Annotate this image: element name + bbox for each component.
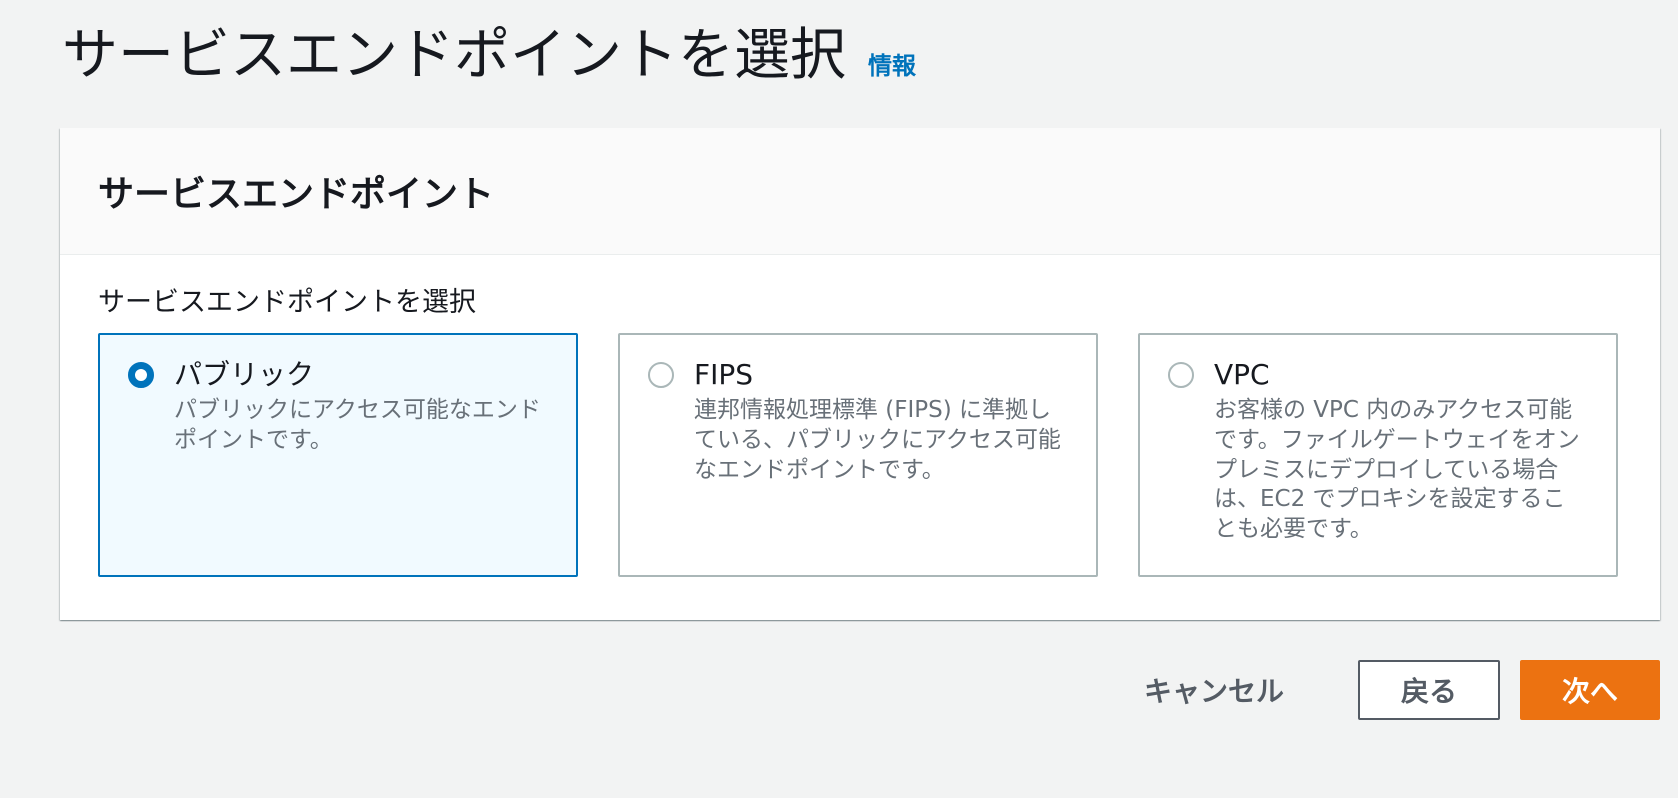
service-endpoint-panel: サービスエンドポイント サービスエンドポイントを選択 パブリック パブリックにア… bbox=[60, 128, 1660, 620]
info-link[interactable]: 情報 bbox=[868, 46, 916, 81]
tile-description: 連邦情報処理標準 (FIPS) に準拠している、パブリックにアクセス可能なエンド… bbox=[694, 396, 1061, 483]
tile-label: FIPS bbox=[694, 358, 754, 392]
tile-vpc[interactable]: VPC お客様の VPC 内のみアクセス可能です。ファイルゲートウェイをオンプレ… bbox=[1138, 333, 1618, 578]
tile-fips[interactable]: FIPS 連邦情報処理標準 (FIPS) に準拠している、パブリックにアクセス可… bbox=[618, 333, 1098, 578]
endpoint-tiles: パブリック パブリックにアクセス可能なエンドポイントです。 FIPS 連邦情報処… bbox=[98, 333, 1622, 578]
panel-body: サービスエンドポイントを選択 パブリック パブリックにアクセス可能なエンドポイン… bbox=[60, 255, 1660, 578]
radio-fips[interactable] bbox=[648, 362, 674, 389]
tile-description: パブリックにアクセス可能なエンドポイントです。 bbox=[174, 396, 541, 453]
back-button[interactable]: 戻る bbox=[1358, 660, 1500, 720]
field-label: サービスエンドポイントを選択 bbox=[98, 287, 476, 318]
tile-label: パブリック bbox=[174, 358, 315, 392]
tile-text: FIPS 連邦情報処理標準 (FIPS) に準拠している、パブリックにアクセス可… bbox=[694, 357, 1068, 485]
form-actions: キャンセル 戻る 次へ bbox=[1108, 660, 1660, 720]
tile-description: お客様の VPC 内のみアクセス可能です。ファイルゲートウェイをオンプレミスにデ… bbox=[1214, 396, 1580, 543]
panel-header: サービスエンドポイント bbox=[60, 128, 1660, 255]
tile-public[interactable]: パブリック パブリックにアクセス可能なエンドポイントです。 bbox=[98, 333, 578, 578]
tile-text: パブリック パブリックにアクセス可能なエンドポイントです。 bbox=[174, 357, 548, 455]
tile-label: VPC bbox=[1214, 358, 1270, 392]
cancel-button[interactable]: キャンセル bbox=[1108, 660, 1320, 720]
page-title: サービスエンドポイントを選択 bbox=[62, 23, 846, 88]
tile-text: VPC お客様の VPC 内のみアクセス可能です。ファイルゲートウェイをオンプレ… bbox=[1214, 357, 1588, 545]
radio-vpc[interactable] bbox=[1168, 362, 1194, 389]
next-button[interactable]: 次へ bbox=[1520, 660, 1660, 720]
panel-title: サービスエンドポイント bbox=[98, 174, 495, 215]
page-header: サービスエンドポイントを選択 情報 bbox=[62, 22, 916, 89]
radio-public[interactable] bbox=[128, 362, 154, 389]
